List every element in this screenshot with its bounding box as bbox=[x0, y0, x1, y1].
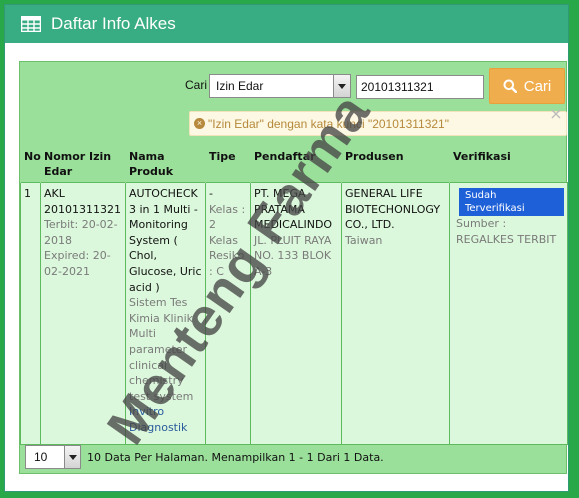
search-input[interactable] bbox=[356, 75, 484, 99]
close-icon[interactable]: × bbox=[549, 106, 563, 122]
product-name: AUTOCHECK 3 in 1 Multi - Monitoring Syst… bbox=[129, 187, 202, 294]
chevron-down-icon[interactable] bbox=[64, 446, 80, 468]
pagination-summary: 10 Data Per Halaman. Menampilkan 1 - 1 D… bbox=[87, 450, 384, 464]
search-button-label: Cari bbox=[523, 77, 552, 95]
cell-pendaftar: PT. MEGA PRATAMA MEDICALINDO JL. PLUIT R… bbox=[250, 182, 342, 445]
col-header-verifikasi: Verifikasi bbox=[449, 146, 568, 183]
alkes-panel: Daftar Info Alkes Cari Izin Edar Cari × … bbox=[4, 4, 569, 492]
table-grid-icon bbox=[21, 16, 41, 32]
product-type-link[interactable]: Invitro Diagnostik bbox=[129, 404, 202, 435]
pagination-bar: 10 10 Data Per Halaman. Menampilkan 1 - … bbox=[20, 440, 567, 474]
cell-nomor-izin: AKL 20101311321 Terbit: 20-02-2018 Expir… bbox=[40, 182, 126, 445]
page-title: Daftar Info Alkes bbox=[51, 14, 176, 33]
expired-date: Expired: 20-02-2021 bbox=[44, 249, 111, 278]
produsen-name: GENERAL LIFE BIOTECHONLOGY CO., LTD. bbox=[345, 187, 441, 232]
results-table: No Nomor Izin Edar Nama Produk Tipe Pend… bbox=[20, 146, 568, 445]
nomor-izin-text: AKL 20101311321 bbox=[44, 187, 121, 216]
verifikasi-source: Sumber : REGALKES TERBIT bbox=[456, 217, 557, 246]
terbit-date: Terbit: 20-02-2018 bbox=[44, 218, 118, 247]
chevron-down-icon[interactable] bbox=[333, 75, 350, 97]
search-label: Cari bbox=[185, 78, 208, 92]
pendaftar-address: JL. PLUIT RAYA NO. 133 BLOK A-3 bbox=[254, 233, 332, 278]
search-field-select[interactable]: Izin Edar bbox=[209, 74, 351, 98]
status-badge: Sudah Terverifikasi bbox=[459, 188, 564, 216]
filter-note: × "Izin Edar" dengan kata kunci "2010131… bbox=[189, 111, 567, 136]
search-field-value: Izin Edar bbox=[216, 79, 264, 93]
produsen-country: Taiwan bbox=[345, 233, 383, 247]
per-page-select[interactable]: 10 bbox=[25, 445, 81, 469]
col-header-produsen: Produsen bbox=[341, 146, 450, 183]
remove-filter-icon[interactable]: × bbox=[194, 118, 205, 129]
cell-produsen: GENERAL LIFE BIOTECHONLOGY CO., LTD. Tai… bbox=[341, 182, 450, 445]
pendaftar-name: PT. MEGA PRATAMA MEDICALINDO bbox=[254, 187, 333, 232]
col-header-pendaftar: Pendaftar bbox=[250, 146, 342, 183]
col-header-nama-produk: Nama Produk bbox=[125, 146, 206, 183]
table-row: 1 AKL 20101311321 Terbit: 20-02-2018 Exp… bbox=[20, 182, 568, 445]
col-header-nomor-izin: Nomor Izin Edar bbox=[40, 146, 126, 183]
table-header-row: No Nomor Izin Edar Nama Produk Tipe Pend… bbox=[20, 146, 568, 183]
cell-tipe: - Kelas : 2 Kelas Resiko : C bbox=[205, 182, 251, 445]
tipe-kelas: Kelas : 2 Kelas Resiko : C bbox=[209, 202, 246, 278]
product-category: Sistem Tes Kimia Klinik Multi parameter … bbox=[129, 296, 194, 403]
cell-verifikasi: Sudah Terverifikasi Sumber : REGALKES TE… bbox=[449, 182, 568, 445]
cell-no: 1 bbox=[20, 182, 41, 445]
filter-note-text: "Izin Edar" dengan kata kunci "201013113… bbox=[208, 116, 449, 131]
panel-header: Daftar Info Alkes bbox=[5, 5, 568, 43]
search-button[interactable]: Cari bbox=[489, 68, 565, 104]
tipe-dash: - bbox=[209, 187, 213, 200]
col-header-no: No bbox=[20, 146, 41, 183]
cell-nama-produk: AUTOCHECK 3 in 1 Multi - Monitoring Syst… bbox=[125, 182, 206, 445]
per-page-value: 10 bbox=[34, 450, 48, 464]
search-icon bbox=[503, 79, 517, 93]
col-header-tipe: Tipe bbox=[205, 146, 251, 183]
search-results-container: Cari Izin Edar Cari × "Izin Edar" dengan… bbox=[19, 61, 568, 474]
